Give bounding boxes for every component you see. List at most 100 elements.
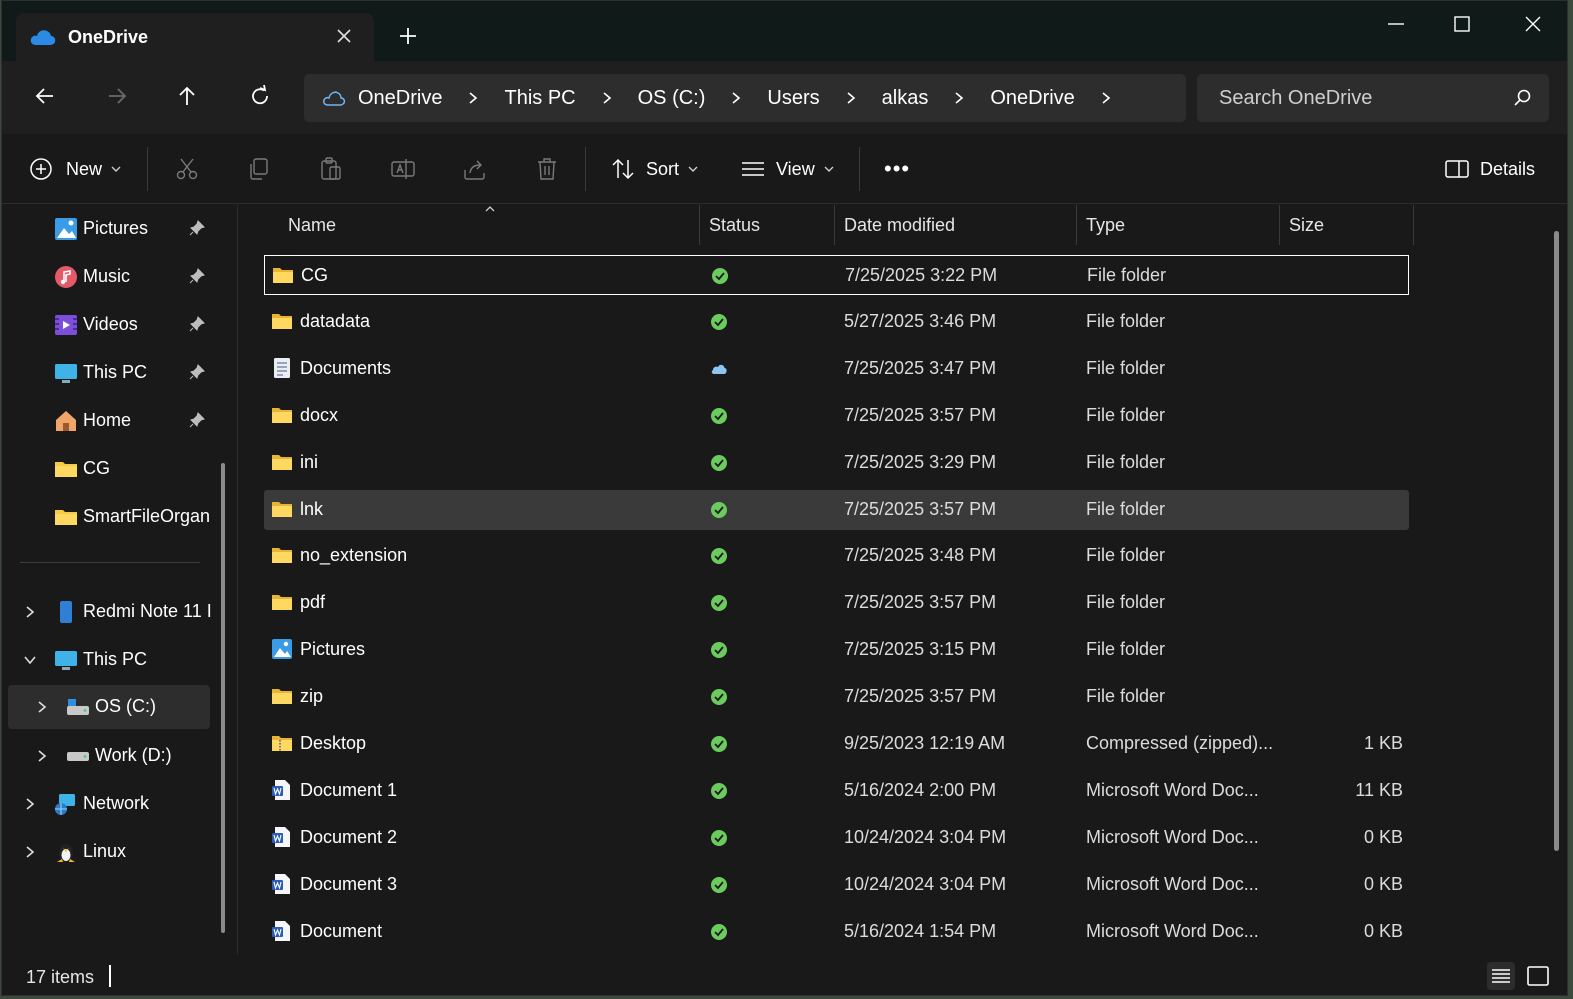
maximize-icon[interactable] xyxy=(1449,11,1475,37)
column-status[interactable]: Status xyxy=(709,215,760,236)
file-row[interactable]: Document 1 5/16/2024 2:00 PM Microsoft Wor… xyxy=(264,771,1409,811)
column-divider[interactable] xyxy=(1076,205,1077,245)
file-row[interactable]: ini 7/25/2025 3:29 PM File folder xyxy=(264,443,1409,483)
chevron-right-icon[interactable] xyxy=(945,88,973,108)
sidebar-item-this-pc-pinned[interactable]: This PC xyxy=(2,351,212,395)
file-row[interactable]: Document 2 10/24/2024 3:04 PM Microsoft Wo… xyxy=(264,818,1409,858)
details-pane-button[interactable]: Details xyxy=(1444,156,1535,182)
sidebar-item-music[interactable]: Music xyxy=(2,255,212,299)
file-row[interactable]: CG 7/25/2025 3:22 PM File folder xyxy=(264,255,1409,295)
sidebar-item-videos[interactable]: Videos xyxy=(2,303,212,347)
synced-status-icon xyxy=(710,454,728,472)
column-divider[interactable] xyxy=(834,205,835,245)
chevron-down-icon[interactable] xyxy=(22,652,38,668)
pin-icon[interactable] xyxy=(188,363,206,381)
column-type[interactable]: Type xyxy=(1086,215,1125,236)
view-button[interactable]: View xyxy=(740,156,835,182)
pin-icon[interactable] xyxy=(188,219,206,237)
new-tab-icon[interactable] xyxy=(397,25,419,47)
chevron-right-icon[interactable] xyxy=(459,88,487,108)
file-row[interactable]: pdf 7/25/2025 3:57 PM File folder xyxy=(264,583,1409,623)
file-name: zip xyxy=(300,686,324,707)
sidebar-item-pictures[interactable]: Pictures xyxy=(2,207,212,251)
rename-icon[interactable] xyxy=(390,156,416,182)
file-row[interactable]: Pictures 7/25/2025 3:15 PM File folder xyxy=(264,630,1409,670)
pin-icon[interactable] xyxy=(188,411,206,429)
synced-status-icon xyxy=(710,923,728,941)
file-type: File folder xyxy=(1086,545,1166,566)
up-arrow-icon[interactable] xyxy=(174,83,200,109)
sidebar-scrollbar[interactable] xyxy=(221,463,225,933)
chevron-right-icon[interactable] xyxy=(34,699,50,715)
minimize-icon[interactable] xyxy=(1383,11,1409,37)
sort-button[interactable]: Sort xyxy=(610,156,699,182)
file-row[interactable]: Documents 7/25/2025 3:47 PM File folder xyxy=(264,349,1409,389)
sidebar-item-this-pc[interactable]: This PC xyxy=(2,638,212,682)
new-button[interactable]: New xyxy=(28,156,122,182)
chevron-right-icon[interactable] xyxy=(22,844,38,860)
column-size[interactable]: Size xyxy=(1289,215,1324,236)
chevron-right-icon[interactable] xyxy=(837,88,865,108)
file-row[interactable]: no_extension 7/25/2025 3:48 PM File folder xyxy=(264,536,1409,576)
large-icons-view-icon[interactable] xyxy=(1523,961,1553,991)
paste-icon[interactable] xyxy=(318,156,344,182)
search-placeholder[interactable]: Search OneDrive xyxy=(1219,87,1372,110)
tab-onedrive[interactable]: OneDrive xyxy=(16,13,374,61)
search-icon[interactable] xyxy=(1513,88,1533,108)
network-icon xyxy=(55,794,75,815)
synced-status-icon xyxy=(711,267,729,285)
more-options-button[interactable]: ••• xyxy=(884,156,910,182)
breadcrumb-alkas[interactable]: alkas xyxy=(882,87,929,110)
close-window-icon[interactable] xyxy=(1520,11,1546,37)
pin-icon[interactable] xyxy=(188,267,206,285)
close-tab-icon[interactable] xyxy=(334,26,354,46)
cut-icon[interactable] xyxy=(174,156,200,182)
refresh-icon[interactable] xyxy=(247,83,273,109)
search-box[interactable]: Search OneDrive xyxy=(1197,74,1549,122)
breadcrumb-onedrive-current[interactable]: OneDrive xyxy=(990,87,1074,110)
chevron-right-icon[interactable] xyxy=(1092,88,1120,108)
address-bar[interactable]: OneDrive This PC OS (C:) Users alkas One… xyxy=(304,74,1186,122)
file-row[interactable]: datadata 5/27/2025 3:46 PM File folder xyxy=(264,302,1409,342)
chevron-right-icon[interactable] xyxy=(722,88,750,108)
back-arrow-icon[interactable] xyxy=(32,83,58,109)
sidebar-item-linux[interactable]: Linux xyxy=(2,830,212,874)
sidebar-item-os-c[interactable]: OS (C:) xyxy=(8,685,210,729)
synced-status-icon xyxy=(710,594,728,612)
copy-icon[interactable] xyxy=(246,156,272,182)
delete-icon[interactable] xyxy=(534,156,560,182)
share-icon[interactable] xyxy=(462,156,488,182)
sidebar-item-redmi-note[interactable]: Redmi Note 11 I xyxy=(2,590,212,634)
sidebar-item-home[interactable]: Home xyxy=(2,399,212,443)
chevron-right-icon[interactable] xyxy=(22,796,38,812)
file-row[interactable]: Document 3 10/24/2024 3:04 PM Microsoft Wo… xyxy=(264,865,1409,905)
chevron-right-icon[interactable] xyxy=(593,88,621,108)
sidebar-item-cg[interactable]: CG xyxy=(2,447,212,491)
breadcrumb-users[interactable]: Users xyxy=(767,87,819,110)
breadcrumb-onedrive[interactable]: OneDrive xyxy=(358,87,442,110)
file-row[interactable]: zip 7/25/2025 3:57 PM File folder xyxy=(264,677,1409,717)
file-row[interactable]: lnk 7/25/2025 3:57 PM File folder xyxy=(264,489,1409,530)
file-type: Microsoft Word Doc... xyxy=(1086,873,1259,894)
chevron-right-icon[interactable] xyxy=(34,748,50,764)
breadcrumb-this-pc[interactable]: This PC xyxy=(504,87,575,110)
column-divider[interactable] xyxy=(699,205,700,245)
column-date-modified[interactable]: Date modified xyxy=(844,215,955,236)
column-name[interactable]: Name xyxy=(288,215,336,236)
file-list-scrollbar[interactable] xyxy=(1554,231,1559,851)
forward-arrow-icon[interactable] xyxy=(104,83,130,109)
sidebar-label: This PC xyxy=(83,362,148,382)
file-row[interactable]: Document 5/16/2024 1:54 PM Microsoft Word … xyxy=(264,912,1409,952)
column-divider[interactable] xyxy=(1279,205,1280,245)
file-row[interactable]: docx 7/25/2025 3:57 PM File folder xyxy=(264,396,1409,436)
navigation-pane: Pictures Music Videos This PC Home CG Sm… xyxy=(2,205,238,955)
file-row[interactable]: Desktop 9/25/2023 12:19 AM Compressed (zip… xyxy=(264,724,1409,764)
sidebar-item-network[interactable]: Network xyxy=(2,782,212,826)
sidebar-item-smartfileorganizer[interactable]: SmartFileOrgani xyxy=(2,495,212,539)
breadcrumb-os-c[interactable]: OS (C:) xyxy=(638,87,706,110)
chevron-right-icon[interactable] xyxy=(22,604,38,620)
details-view-icon[interactable] xyxy=(1486,961,1516,991)
pin-icon[interactable] xyxy=(188,315,206,333)
sidebar-item-work-d[interactable]: Work (D:) xyxy=(2,734,212,778)
column-divider[interactable] xyxy=(1413,205,1414,245)
